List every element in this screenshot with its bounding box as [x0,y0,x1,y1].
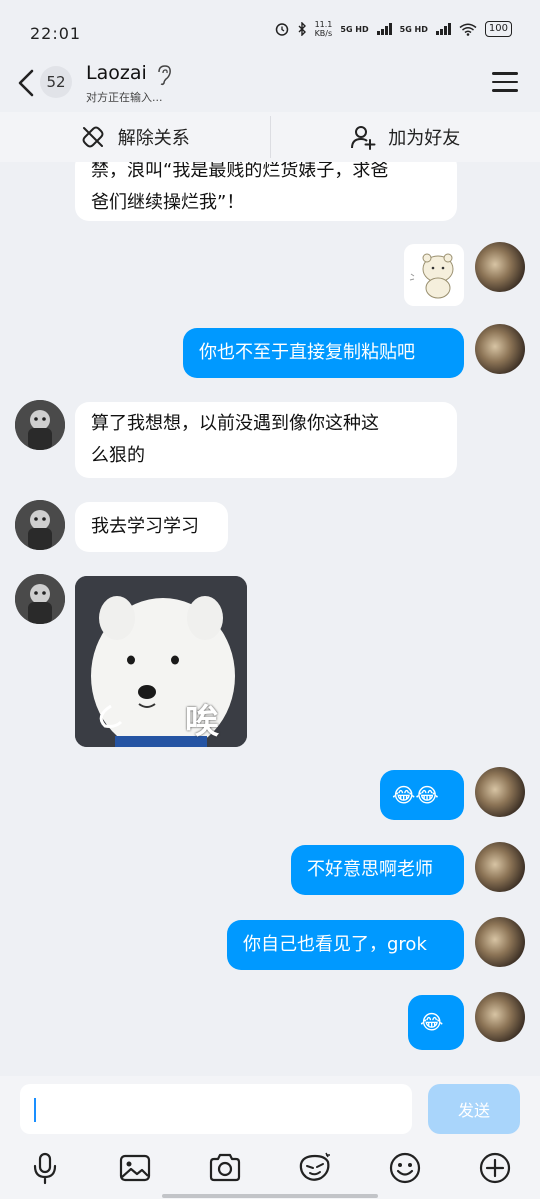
message-bubble[interactable]: 😂 [408,995,464,1050]
sim2-label: 5G HD [399,24,428,34]
add-user-icon [351,126,376,150]
signal-icon [435,23,451,35]
contact-avatar-image [15,400,65,450]
add-friend-button[interactable]: 加为好友 [271,112,540,162]
message-input[interactable] [20,1084,412,1134]
bear-sticker-image [409,253,454,299]
image-icon[interactable] [117,1150,153,1186]
message-list[interactable]: 禁，浪叫“我是最贱的烂货婊子，求爸 爸们继续操烂我”！ 你也不至于直接复制粘贴吧… [0,162,540,1076]
remove-relationship-button[interactable]: 解除关系 [0,112,270,162]
status-icons: 11.1 KB/s 5G HD 5G HD 100 [275,20,512,38]
status-time: 22:01 [30,24,82,43]
microphone-icon[interactable] [27,1150,63,1186]
unread-badge[interactable]: 52 [40,66,72,98]
message-bubble[interactable]: 禁，浪叫“我是最贱的烂货婊子，求爸 爸们继续操烂我”！ [75,162,457,221]
battery-icon: 100 [484,21,512,37]
input-bar: 发送 [0,1076,540,1199]
message-bubble[interactable]: 我去学习学习 [75,502,228,552]
relationship-actions: 解除关系 加为好友 [0,112,540,162]
bluetooth-icon [298,22,306,36]
sim1-label: 5G HD [340,24,369,34]
earpiece-icon [158,65,171,86]
contact-avatar[interactable] [15,500,65,550]
home-indicator[interactable] [162,1194,378,1198]
send-button[interactable]: 发送 [428,1084,520,1134]
contact-avatar[interactable] [15,400,65,450]
image-caption: 唉 [185,702,219,742]
red-packet-icon[interactable] [297,1150,333,1186]
signal-icon [376,23,392,35]
contact-avatar-image [15,500,65,550]
remove-relationship-label: 解除关系 [117,128,190,149]
bear-sticker[interactable] [404,244,464,306]
message-bubble[interactable]: 算了我想想，以前没遇到像你这种这 么狠的 [75,402,457,478]
text-caret [34,1098,36,1122]
typing-status: 对方正在输入... [86,91,163,104]
message-bubble[interactable]: 你也不至于直接复制粘贴吧 [183,328,464,378]
camera-icon[interactable] [207,1150,243,1186]
emoji-icon[interactable] [387,1150,423,1186]
contact-name[interactable]: Laozai [86,62,147,84]
my-avatar[interactable] [475,992,525,1042]
chat-header: 52 Laozai 对方正在输入... [0,56,540,112]
my-avatar[interactable] [475,917,525,967]
plus-icon[interactable] [477,1150,513,1186]
dog-image-drawing [75,576,247,747]
unlink-icon [82,126,104,148]
menu-icon[interactable] [492,72,518,94]
back-icon[interactable] [14,68,40,98]
my-avatar[interactable] [475,842,525,892]
contact-avatar[interactable] [15,574,65,624]
alarm-icon [275,23,288,36]
message-bubble[interactable]: 😂😂 [380,770,464,820]
net-speed: 11.1 KB/s [314,20,333,38]
input-toolbar [0,1146,540,1190]
my-avatar[interactable] [475,767,525,817]
add-friend-label: 加为好友 [388,128,461,149]
contact-avatar-image [15,574,65,624]
my-avatar[interactable] [475,242,525,292]
message-bubble[interactable]: 你自己也看见了，grok [227,920,464,970]
samoyed-dog-image[interactable]: 唉 [75,576,247,747]
my-avatar[interactable] [475,324,525,374]
wifi-icon [459,23,477,36]
message-bubble[interactable]: 不好意思啊老师 [291,845,464,895]
status-bar: 22:01 11.1 KB/s 5G HD 5G HD 100 [0,0,540,56]
